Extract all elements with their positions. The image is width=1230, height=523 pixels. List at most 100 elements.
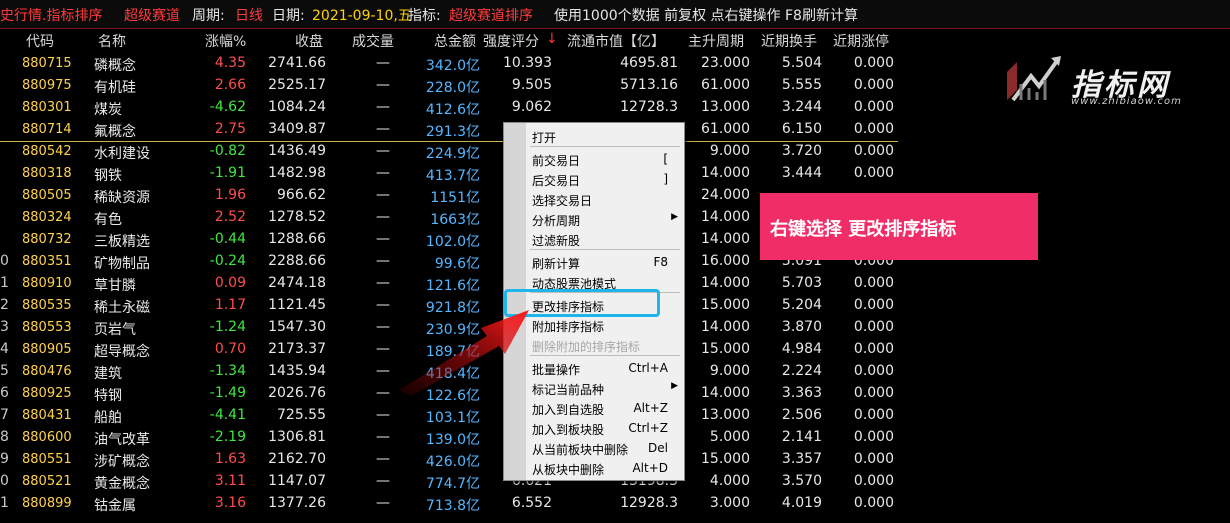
table-row[interactable]: 880542 水利建设 -0.82 1436.49 — 224.9亿 9.000 3.720 0… xyxy=(0,141,900,163)
annotation-text: 右键选择 更改排序指标 xyxy=(770,219,957,240)
row-amount: 224.9亿 xyxy=(425,146,480,162)
row-turnover: 6.150 xyxy=(781,121,822,137)
row-turnover: 4.984 xyxy=(781,341,822,357)
row-divider xyxy=(0,141,898,142)
row-index: 1 xyxy=(0,275,9,291)
menu-item[interactable]: 分析周期 ▶ xyxy=(532,209,680,229)
menu-item[interactable]: 后交易日] xyxy=(532,169,680,189)
menu-item[interactable]: 标记当前品种 ▶ xyxy=(532,378,680,398)
table-row[interactable]: 880301 煤炭 -4.62 1084.24 — 412.6亿 9.062 12728.3 1… xyxy=(0,97,900,119)
menu-item[interactable]: 从板块中删除 Alt+D xyxy=(532,458,680,478)
menu-item[interactable]: 从当前板块中删除 Del xyxy=(532,438,680,458)
row-change: -0.82 xyxy=(209,143,246,159)
menu-item[interactable]: 选择交易日 xyxy=(532,189,680,209)
row-code: 880899 xyxy=(22,496,72,511)
col-amount[interactable]: 总金额 xyxy=(434,31,476,51)
row-close: 725.55 xyxy=(277,407,326,423)
row-volume: — xyxy=(376,209,390,225)
row-turnover: 5.504 xyxy=(781,55,822,71)
menu-item-label: 前交易日 xyxy=(532,154,581,168)
row-rise: 0.000 xyxy=(853,363,894,379)
row-code: 880324 xyxy=(22,210,72,225)
menu-item[interactable]: 前交易日 [ xyxy=(532,149,680,169)
menu-item[interactable]: 过滤新股 xyxy=(532,229,680,249)
row-volume: — xyxy=(376,495,390,511)
row-amount: 99.6亿 xyxy=(434,256,480,272)
row-change: -4.62 xyxy=(209,99,246,115)
menu-item-shortcut: F8 xyxy=(653,255,668,269)
row-turnover: 3.244 xyxy=(781,99,822,115)
row-cycle: 13.000 xyxy=(701,407,750,423)
logo-emblem-icon xyxy=(1007,56,1061,102)
row-turnover: 3.720 xyxy=(781,143,822,159)
col-cycle[interactable]: 主升周期 xyxy=(688,31,744,51)
row-score: 10.393 xyxy=(503,55,552,71)
table-row[interactable]: 1 880899 钴金属 3.16 1377.26 — 713.8亿 6.552 12928.3… xyxy=(0,493,900,515)
row-volume: — xyxy=(376,451,390,467)
row-close: 1435.94 xyxy=(268,363,326,379)
row-change: 0.70 xyxy=(214,341,246,357)
menu-item-shortcut: Alt+Z xyxy=(633,401,668,415)
row-amount: 342.0亿 xyxy=(425,58,480,74)
row-name: 稀缺资源 xyxy=(94,190,150,206)
row-change: -1.49 xyxy=(209,385,246,401)
menu-item-shortcut: [ xyxy=(663,152,668,166)
row-index: 5 xyxy=(0,363,9,379)
row-change: -1.34 xyxy=(209,363,246,379)
menu-item[interactable]: 批量操作 Ctrl+A xyxy=(532,358,680,378)
row-cycle: 14.000 xyxy=(701,209,750,225)
row-change: -1.24 xyxy=(209,319,246,335)
row-rise: 0.000 xyxy=(853,275,894,291)
menu-item[interactable]: 加入到板块股 Ctrl+Z xyxy=(532,418,680,438)
table-row[interactable]: 8 880600 油气改革 -2.19 1306.81 — 139.0亿 5.000 2.141… xyxy=(0,427,900,449)
row-cycle: 13.000 xyxy=(701,99,750,115)
col-volume[interactable]: 成交量 xyxy=(352,31,394,51)
table-row[interactable]: 880715 磷概念 4.35 2741.66 — 342.0亿 10.393 4695.81… xyxy=(0,53,900,75)
menu-item-shortcut: Alt+D xyxy=(632,461,668,475)
row-close: 2741.66 xyxy=(268,55,326,71)
menu-item[interactable]: 打开 xyxy=(532,126,680,146)
indicator-value[interactable]: 超级赛道排序 xyxy=(449,5,533,25)
period-value[interactable]: 日线 xyxy=(235,5,263,25)
menu-item-label: 加入到板块股 xyxy=(532,423,605,437)
row-turnover: 5.204 xyxy=(781,297,822,313)
menu-separator xyxy=(530,249,680,250)
row-score: 6.552 xyxy=(511,495,552,511)
col-close[interactable]: 收盘 xyxy=(295,31,323,51)
table-row[interactable]: 7 880431 船舶 -4.41 725.55 — 103.1亿 13.000 2.506 0.… xyxy=(0,405,900,427)
row-cycle: 15.000 xyxy=(701,341,750,357)
col-rise[interactable]: 近期涨停 xyxy=(833,31,889,51)
row-turnover: 5.555 xyxy=(781,77,822,93)
pointer-arrow-icon xyxy=(399,310,529,396)
col-turnover[interactable]: 近期换手 xyxy=(761,31,817,51)
row-turnover: 4.019 xyxy=(781,495,822,511)
row-close: 2026.76 xyxy=(268,385,326,401)
menu-item[interactable]: 刷新计算 F8 xyxy=(532,252,680,272)
menu-item[interactable]: 加入到自选股 Alt+Z xyxy=(532,398,680,418)
table-row[interactable]: 880975 有机硅 2.66 2525.17 — 228.0亿 9.505 5713.16 6… xyxy=(0,75,900,97)
date-value[interactable]: 2021-09-10,五 xyxy=(312,5,412,25)
row-change: -4.41 xyxy=(209,407,246,423)
row-name: 水利建设 xyxy=(94,146,150,162)
table-row[interactable]: 0 880521 黄金概念 3.11 1147.07—774.7亿 6.621 13198.… xyxy=(0,471,900,493)
table-row[interactable]: 880318 钢铁 -1.91 1482.98 — 413.7亿 14.000 3.444 0.… xyxy=(0,163,900,185)
indicator-label: 指标: xyxy=(408,8,441,24)
info-bar: 史行情.指标排序 超级赛道 周期: 日线 日期: 2021-09-10,五 指标… xyxy=(0,0,1230,29)
row-code: 880351 xyxy=(22,254,72,269)
row-rise: 0.000 xyxy=(853,297,894,313)
table-row[interactable]: 880714 氟概念 2.75 3409.87 — 291.3亿 61.000 6.150 0.… xyxy=(0,119,900,141)
col-change[interactable]: 涨幅% xyxy=(205,31,246,51)
logo-url: www.zhibiaow.com xyxy=(1071,96,1182,107)
col-code[interactable]: 代码 xyxy=(26,31,54,51)
row-index: 0 xyxy=(0,253,9,269)
col-float-cap[interactable]: 流通市值【亿】 xyxy=(567,31,665,51)
menu-item[interactable]: 附加排序指标 xyxy=(532,315,680,335)
row-name: 页岩气 xyxy=(94,322,136,338)
col-score[interactable]: 强度评分 xyxy=(483,31,539,51)
col-name[interactable]: 名称 xyxy=(98,31,126,51)
menu-item-label: 选择交易日 xyxy=(532,194,593,208)
row-code: 880431 xyxy=(22,408,72,423)
row-index: 3 xyxy=(0,319,9,335)
row-turnover: 3.870 xyxy=(781,319,822,335)
table-row[interactable]: 9 880551 涉矿概念 1.63 2162.70 — 426.0亿 15.000 3.357… xyxy=(0,449,900,471)
